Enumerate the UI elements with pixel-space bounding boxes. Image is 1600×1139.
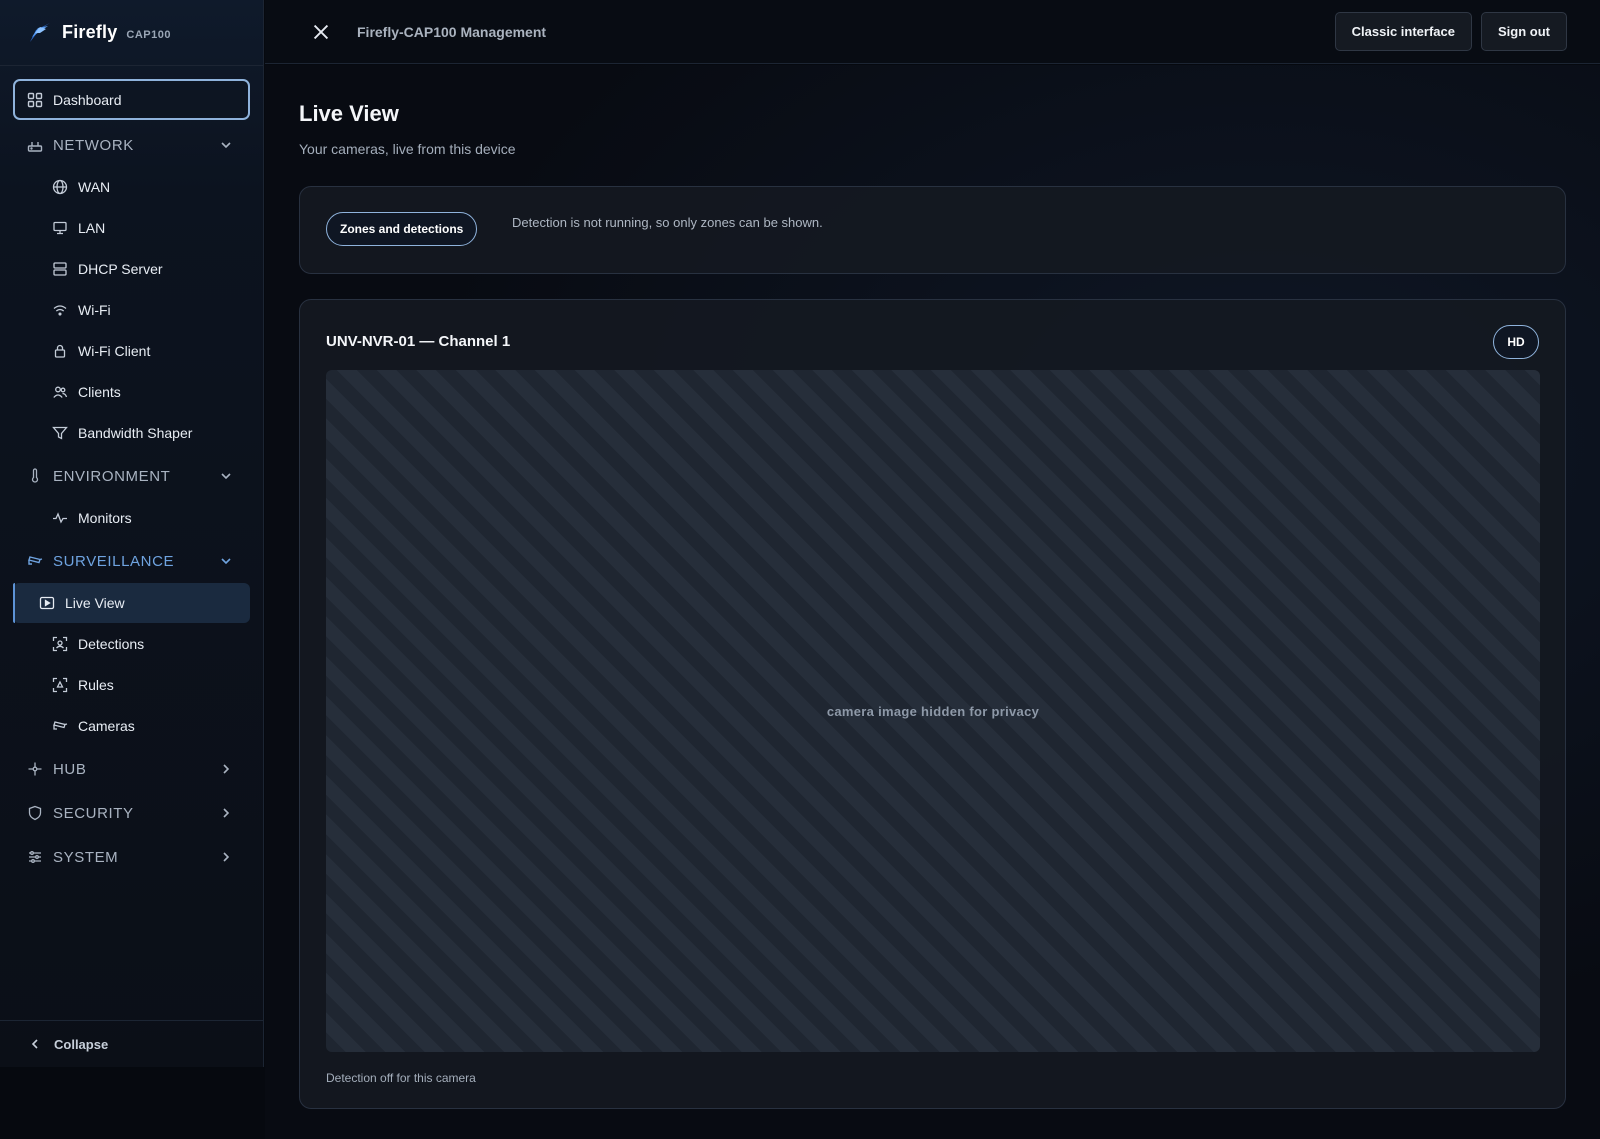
chevron-down-icon xyxy=(219,138,233,152)
sidebar-item-label: Wi-Fi xyxy=(78,302,111,318)
detection-status-note: Detection is not running, so only zones … xyxy=(512,215,823,230)
sidebar-item-clients[interactable]: Clients xyxy=(13,372,250,412)
sidebar-item-label: Clients xyxy=(78,384,121,400)
sidebar-item-label: DHCP Server xyxy=(78,261,163,277)
filter-icon xyxy=(52,425,68,441)
section-environment[interactable]: ENVIRONMENT xyxy=(0,454,263,498)
section-network[interactable]: NETWORK xyxy=(0,123,263,167)
chevron-down-icon xyxy=(219,554,233,568)
collapse-label: Collapse xyxy=(54,1036,109,1052)
server-icon xyxy=(52,261,68,277)
wifi-icon xyxy=(52,302,68,318)
sidebar-item-label: Detections xyxy=(78,636,145,652)
brand: Firefly CAP100 xyxy=(0,0,263,66)
brand-model: CAP100 xyxy=(126,29,171,41)
lock-icon xyxy=(52,343,68,359)
router-icon xyxy=(27,137,43,153)
firefly-logo-icon xyxy=(26,20,52,46)
section-hub[interactable]: HUB xyxy=(0,747,263,791)
shield-icon xyxy=(27,805,43,821)
face-scan-icon xyxy=(52,636,68,652)
quality-toggle-button[interactable]: HD xyxy=(1493,325,1539,359)
sidebar-item-wan[interactable]: WAN xyxy=(13,167,250,207)
sidebar: Firefly CAP100 Dashboard NETWORK WAN LAN… xyxy=(0,0,264,1067)
top-bar: Firefly-CAP100 Management Classic interf… xyxy=(265,0,1600,64)
page-subtitle: Your cameras, live from this device xyxy=(299,141,516,157)
section-label: SECURITY xyxy=(53,804,134,822)
sidebar-item-label: Cameras xyxy=(78,718,135,734)
sidebar-item-cameras[interactable]: Cameras xyxy=(13,706,250,746)
sidebar-item-wifi-client[interactable]: Wi-Fi Client xyxy=(13,331,250,371)
chevron-down-icon xyxy=(219,469,233,483)
section-surveillance[interactable]: SURVEILLANCE xyxy=(0,539,263,583)
window-title: Firefly-CAP100 Management xyxy=(357,23,547,40)
camera-icon xyxy=(52,718,68,734)
camera-viewport[interactable]: camera image hidden for privacy xyxy=(326,370,1540,1052)
sliders-icon xyxy=(27,849,43,865)
brand-name: Firefly xyxy=(62,22,118,42)
section-label: SYSTEM xyxy=(53,848,119,866)
top-actions: Classic interface Sign out xyxy=(1334,12,1567,51)
sidebar-item-label: Rules xyxy=(78,677,114,693)
page-title: Live View xyxy=(299,101,399,126)
sidebar-item-label: Monitors xyxy=(78,510,132,526)
sidebar-item-label: Live View xyxy=(65,595,125,611)
grid-icon xyxy=(27,92,43,108)
section-security[interactable]: SECURITY xyxy=(0,791,263,835)
main-content: Live View Your cameras, live from this d… xyxy=(265,65,1600,1139)
sidebar-item-label: Wi-Fi Client xyxy=(78,343,151,359)
section-label: NETWORK xyxy=(53,136,134,154)
thermometer-icon xyxy=(27,468,43,484)
sidebar-item-label: LAN xyxy=(78,220,106,236)
sidebar-item-monitors[interactable]: Monitors xyxy=(13,498,250,538)
section-label: HUB xyxy=(53,760,87,778)
hub-icon xyxy=(27,761,43,777)
sidebar-item-rules[interactable]: Rules xyxy=(13,665,250,705)
chevron-right-icon xyxy=(219,806,233,820)
globe-icon xyxy=(52,179,68,195)
collapse-sidebar-button[interactable]: Collapse xyxy=(0,1020,264,1067)
pulse-icon xyxy=(52,510,68,526)
section-label: SURVEILLANCE xyxy=(53,552,175,570)
sidebar-item-dashboard[interactable]: Dashboard xyxy=(13,79,250,120)
cctv-icon xyxy=(27,553,43,569)
section-system[interactable]: SYSTEM xyxy=(0,835,263,879)
sign-out-button[interactable]: Sign out xyxy=(1481,12,1567,51)
camera-detection-status: Detection off for this camera xyxy=(326,1071,476,1085)
chevron-right-icon xyxy=(219,762,233,776)
sidebar-item-label: Dashboard xyxy=(53,91,122,108)
chevron-left-icon xyxy=(28,1037,42,1051)
sidebar-item-dhcp-server[interactable]: DHCP Server xyxy=(13,249,250,289)
close-icon[interactable] xyxy=(309,20,333,44)
sidebar-item-label: Bandwidth Shaper xyxy=(78,425,193,441)
sidebar-item-detections[interactable]: Detections xyxy=(13,624,250,664)
monitor-icon xyxy=(52,220,68,236)
chevron-right-icon xyxy=(219,850,233,864)
zones-card: Zones and detections Detection is not ru… xyxy=(299,186,1566,274)
sidebar-nav: Dashboard NETWORK WAN LAN DHCP Server Wi… xyxy=(0,66,263,879)
privacy-placeholder-text: camera image hidden for privacy xyxy=(826,703,1040,719)
camera-title: UNV-NVR-01 — Channel 1 xyxy=(326,333,511,350)
sidebar-item-live-view[interactable]: Live View xyxy=(13,583,250,623)
sidebar-item-wifi[interactable]: Wi-Fi xyxy=(13,290,250,330)
users-icon xyxy=(52,384,68,400)
play-screen-icon xyxy=(39,595,55,611)
camera-card: UNV-NVR-01 — Channel 1 HD camera image h… xyxy=(299,299,1566,1109)
scan-icon xyxy=(52,677,68,693)
sidebar-item-lan[interactable]: LAN xyxy=(13,208,250,248)
section-label: ENVIRONMENT xyxy=(53,467,171,485)
zones-and-detections-button[interactable]: Zones and detections xyxy=(326,212,478,246)
sidebar-item-label: WAN xyxy=(78,179,111,195)
sidebar-item-bandwidth-shaper[interactable]: Bandwidth Shaper xyxy=(13,413,250,453)
classic-interface-button[interactable]: Classic interface xyxy=(1334,12,1472,51)
